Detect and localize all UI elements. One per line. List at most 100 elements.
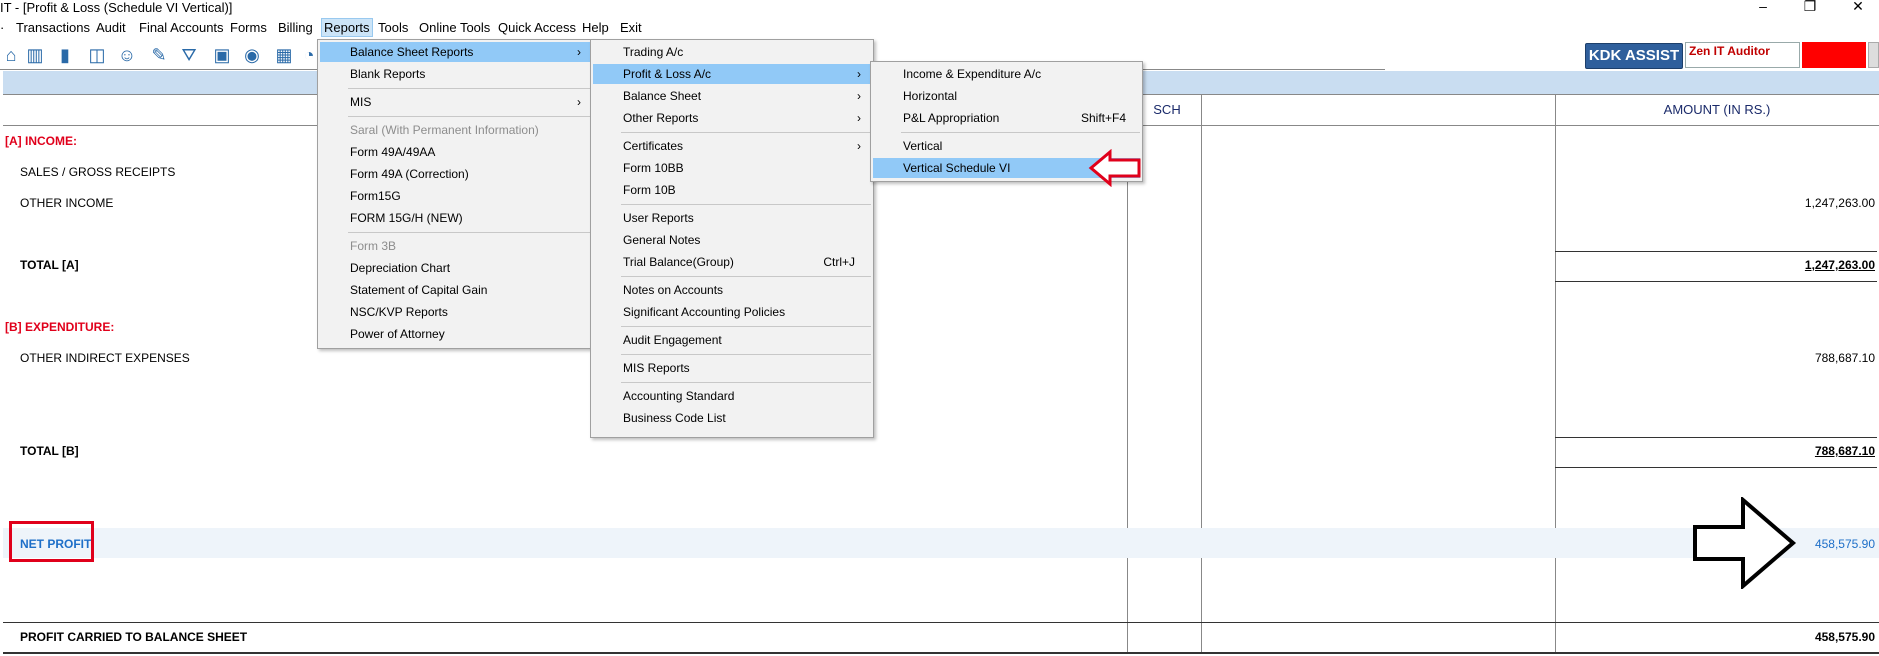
black-arrow-annotation	[1693, 497, 1797, 589]
menu-item-label: Power of Attorney	[350, 327, 445, 341]
sch-column-right-border	[1201, 94, 1202, 654]
menu-item-power-of-attorney[interactable]: Power of Attorney	[320, 324, 591, 344]
menu-item-accounting-standard[interactable]: Accounting Standard	[593, 386, 871, 406]
kdk-assist-button[interactable]: KDK ASSIST	[1585, 43, 1683, 69]
menu-item-accounting-policies[interactable]: Significant Accounting Policies	[593, 302, 871, 322]
restore-button[interactable]: ❐	[1795, 0, 1825, 14]
menu-item-blank-reports[interactable]: Blank Reports	[320, 64, 591, 84]
menu-item-form-49a-49aa[interactable]: Form 49A/49AA	[320, 142, 591, 162]
other-expenses-label: OTHER INDIRECT EXPENSES	[20, 351, 190, 365]
menu-billing[interactable]: Billing	[276, 19, 315, 36]
menu-item-mis-reports[interactable]: MIS Reports	[593, 358, 871, 378]
menu-item-nsc-kvp[interactable]: NSC/KVP Reports	[320, 302, 591, 322]
total-a-amount: 1,247,263.00	[1804, 258, 1875, 272]
menu-item-label: Vertical	[903, 139, 943, 153]
amount-column-left-border	[1555, 94, 1556, 654]
speed-icon[interactable]: ◉	[241, 44, 263, 66]
menu-separator	[348, 232, 591, 233]
close-button[interactable]: ✕	[1843, 0, 1873, 14]
zen-it-auditor-box: Zen IT Auditor	[1685, 42, 1800, 68]
menu-item-label: Trading A/c	[623, 45, 684, 59]
tax-icon[interactable]: ▣	[211, 44, 233, 66]
menu-item-pl-appropriation[interactable]: P&L Appropriation Shift+F4	[873, 108, 1140, 128]
menu-item-label: Form 10B	[623, 183, 676, 197]
bar-chart-icon[interactable]: ▮	[54, 44, 76, 66]
menu-item-label: Trial Balance(Group)	[623, 255, 734, 269]
menu-item-other-reports[interactable]: Other Reports ›	[593, 108, 871, 128]
menu-item-label: NSC/KVP Reports	[350, 305, 448, 319]
total-b-top-rule	[1555, 437, 1877, 438]
menu-item-capital-gain[interactable]: Statement of Capital Gain	[320, 280, 591, 300]
income-heading: [A] INCOME:	[5, 134, 77, 148]
menu-separator	[621, 276, 871, 277]
menu-quick-access[interactable]: Quick Access	[496, 19, 578, 36]
carried-amount: 458,575.90	[1814, 630, 1875, 644]
menu-item-form-10b[interactable]: Form 10B	[593, 180, 871, 200]
building-icon[interactable]: ▥	[24, 44, 46, 66]
menu-item-mis[interactable]: MIS ›	[320, 92, 591, 112]
menu-exit[interactable]: Exit	[618, 19, 644, 36]
menu-audit[interactable]: Audit	[94, 19, 128, 36]
menu-item-form-15gh-new[interactable]: FORM 15G/H (NEW)	[320, 208, 591, 228]
net-profit-amount: 458,575.90	[1814, 537, 1875, 551]
net-profit-highlight-box	[9, 521, 94, 562]
menu-item-label: Income & Expenditure A/c	[903, 67, 1042, 81]
menu-transactions[interactable]: Transactions	[14, 19, 92, 36]
menu-separator	[621, 354, 871, 355]
menu-item-horizontal[interactable]: Horizontal	[873, 86, 1140, 106]
menu-item-income-expenditure[interactable]: Income & Expenditure A/c	[873, 64, 1140, 84]
menu-item-label: Balance Sheet	[623, 89, 702, 103]
menu-item-depreciation-chart[interactable]: Depreciation Chart	[320, 258, 591, 278]
pin-icon[interactable]: ✎	[148, 44, 170, 66]
menu-tools[interactable]: Tools	[376, 19, 410, 36]
chevron-right-icon: ›	[857, 89, 861, 103]
menu-item-label: Saral (With Permanent Information)	[350, 123, 539, 137]
carried-label: PROFIT CARRIED TO BALANCE SHEET	[20, 630, 248, 644]
menu-item-notes-on-accounts[interactable]: Notes on Accounts	[593, 280, 871, 300]
minimize-button[interactable]: –	[1748, 0, 1778, 14]
menu-online-tools[interactable]: Online Tools	[417, 19, 492, 36]
menu-bar: · Transactions Audit Final Accounts Form…	[0, 17, 1879, 37]
menu-item-profit-loss-ac[interactable]: Profit & Loss A/c ›	[593, 64, 871, 84]
menu-item-user-reports[interactable]: User Reports	[593, 208, 871, 228]
other-expenses-amount: 788,687.10	[1814, 351, 1875, 365]
menu-help[interactable]: Help	[580, 19, 611, 36]
users-icon[interactable]: ☺	[116, 44, 138, 66]
menu-item-form-10bb[interactable]: Form 10BB	[593, 158, 871, 178]
menu-item-label: Form 49A/49AA	[350, 145, 436, 159]
menu-item-label: Form 3B	[350, 239, 397, 253]
menu-reports[interactable]: Reports	[321, 18, 373, 37]
total-b-amount: 788,687.10	[1814, 444, 1875, 458]
red-arrow-annotation	[1088, 149, 1141, 187]
menu-item-label: Significant Accounting Policies	[623, 305, 786, 319]
menu-separator	[348, 116, 591, 117]
menu-item-label: Statement of Capital Gain	[350, 283, 488, 297]
menu-item-balance-sheet[interactable]: Balance Sheet ›	[593, 86, 871, 106]
menu-item-label: User Reports	[623, 211, 694, 225]
menu-item-form-49a-correction[interactable]: Form 49A (Correction)	[320, 164, 591, 184]
amount-column-header: AMOUNT (IN RS.)	[1663, 102, 1771, 117]
menu-item-audit-engagement[interactable]: Audit Engagement	[593, 330, 871, 350]
menu-item-certificates[interactable]: Certificates ›	[593, 136, 871, 156]
menu-item-general-notes[interactable]: General Notes	[593, 230, 871, 250]
gift-icon[interactable]: ◫	[86, 44, 108, 66]
menu-final-accounts[interactable]: Final Accounts	[137, 19, 226, 36]
menu-item-trading-ac[interactable]: Trading A/c	[593, 42, 871, 62]
menu-item-trial-balance[interactable]: Trial Balance(Group) Ctrl+J	[593, 252, 871, 272]
menu-item-label: MIS	[350, 95, 372, 109]
menu-item-form15g[interactable]: Form15G	[320, 186, 591, 206]
menu-separator	[621, 204, 871, 205]
menu-item-label: Form15G	[350, 189, 401, 203]
menu-item-label: FORM 15G/H (NEW)	[350, 211, 463, 225]
menu-item-balance-sheet-reports[interactable]: Balance Sheet Reports ›	[320, 42, 591, 62]
toolbar-edge-button[interactable]	[1868, 42, 1879, 68]
menu-forms[interactable]: Forms	[228, 19, 269, 36]
menu-item-label: Audit Engagement	[623, 333, 722, 347]
carried-top-rule	[3, 622, 1879, 623]
menu-item-label: Notes on Accounts	[623, 283, 724, 297]
home-icon[interactable]: ⌂	[0, 44, 22, 66]
filter-icon[interactable]: ⛛	[178, 44, 200, 66]
chevron-right-icon: ›	[857, 111, 861, 125]
calculator-icon[interactable]: ▦	[273, 44, 295, 66]
menu-item-business-code-list[interactable]: Business Code List	[593, 408, 871, 428]
